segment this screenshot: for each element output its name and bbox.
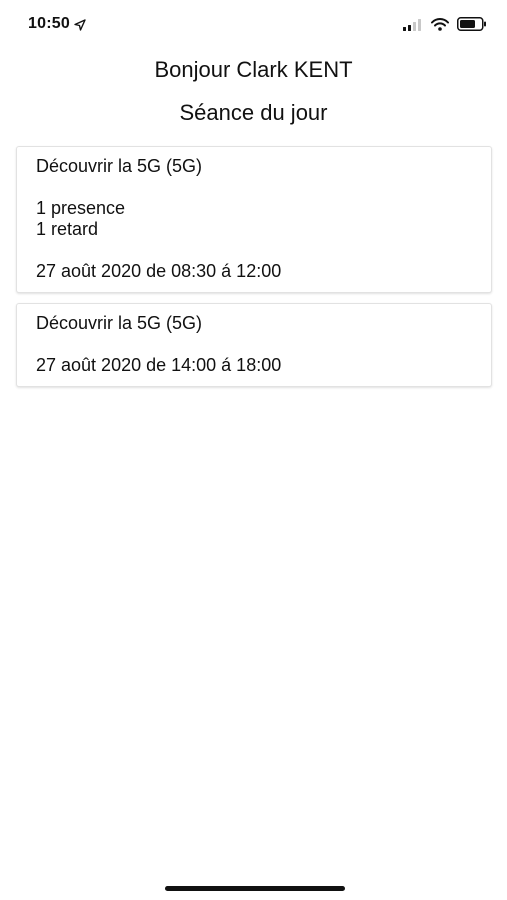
status-indicators: [403, 17, 487, 36]
status-bar: 10:50: [0, 0, 507, 48]
page-title: Séance du jour: [179, 100, 328, 125]
session-card[interactable]: Découvrir la 5G (5G) 1 presence 1 retard…: [16, 146, 492, 293]
session-card[interactable]: Découvrir la 5G (5G) 27 août 2020 de 14:…: [16, 303, 492, 387]
session-list: Découvrir la 5G (5G) 1 presence 1 retard…: [16, 146, 492, 397]
session-course-name: Découvrir la 5G (5G): [36, 156, 203, 176]
session-presence-count: 1 presence: [36, 198, 126, 218]
battery-icon: [457, 17, 487, 36]
session-schedule: 27 août 2020 de 14:00 á 18:00: [36, 355, 282, 375]
session-course-name: Découvrir la 5G (5G): [36, 313, 203, 333]
wifi-icon: [431, 17, 449, 36]
greeting-title: Bonjour Clark KENT: [154, 57, 353, 82]
cellular-signal-icon: [403, 18, 423, 36]
session-schedule: 27 août 2020 de 08:30 á 12:00: [36, 261, 282, 281]
session-late-count: 1 retard: [36, 219, 99, 239]
home-indicator[interactable]: [165, 886, 345, 891]
location-arrow-icon: [74, 18, 86, 31]
status-time: 10:50: [28, 15, 70, 32]
status-time-group: 10:50: [28, 15, 86, 33]
